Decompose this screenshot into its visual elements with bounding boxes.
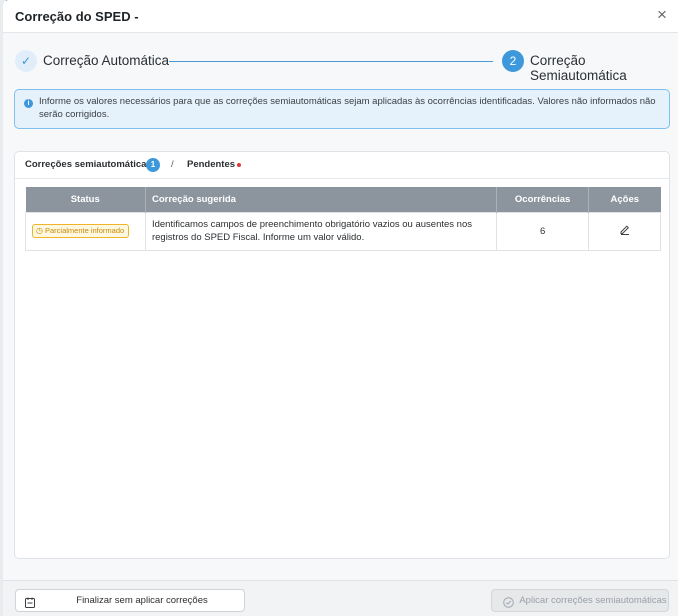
- stepper-connector: [169, 61, 493, 62]
- sped-correction-modal: Correção do SPED - × ✓ Correção Automáti…: [3, 0, 678, 616]
- edit-pencil-icon[interactable]: [619, 224, 631, 236]
- tab-pending[interactable]: Pendentes: [187, 159, 235, 170]
- suggestion-text: Identificamos campos de preenchimento ob…: [151, 219, 472, 243]
- pending-dot-indicator: [237, 163, 241, 167]
- status-badge: ◷ Parcialmente informado: [32, 224, 130, 238]
- step-automatic-label: Correção Automática: [43, 53, 170, 68]
- close-icon[interactable]: ×: [652, 5, 672, 25]
- info-icon: i: [24, 99, 33, 108]
- header-status: Status: [25, 187, 146, 212]
- actions-cell: [588, 211, 661, 251]
- step-number-badge: 2: [502, 50, 524, 72]
- clock-icon: ◷: [36, 226, 43, 235]
- document-icon: [25, 595, 35, 608]
- modal-footer: Finalizar sem aplicar correções semiauto…: [3, 580, 678, 616]
- count-badge: 1: [146, 158, 160, 172]
- header-actions: Ações: [588, 187, 661, 212]
- tab-separator: /: [171, 159, 174, 170]
- suggestion-cell: Identificamos campos de preenchimento ob…: [144, 211, 498, 251]
- finalize-without-applying-button[interactable]: Finalizar sem aplicar correções semiauto…: [15, 589, 245, 612]
- corrections-table: Status Correção sugerida Ocorrências Açõ…: [25, 187, 661, 251]
- tab-semiautomatic-corrections[interactable]: Correções semiautomáticas: [25, 159, 152, 170]
- info-text: Informe os valores necessários para que …: [39, 96, 656, 120]
- status-badge-label: Parcialmente informado: [44, 226, 125, 235]
- status-cell: ◷ Parcialmente informado: [25, 211, 146, 251]
- card-tabs: Correções semiautomáticas 1 / Pendentes: [15, 152, 669, 179]
- modal-header: Correção do SPED - ×: [3, 0, 678, 33]
- corrections-card: Correções semiautomáticas 1 / Pendentes …: [14, 151, 670, 559]
- check-icon: ✓: [15, 50, 37, 72]
- header-occurrences: Ocorrências: [496, 187, 590, 212]
- table-header-row: Status Correção sugerida Ocorrências Açõ…: [25, 187, 661, 212]
- check-circle-icon: [503, 595, 514, 608]
- apply-button-label: Aplicar correções semiautomáticas: [519, 595, 667, 606]
- step-semiautomatic-label: Correção Semiautomática: [530, 53, 627, 83]
- apply-corrections-button[interactable]: Aplicar correções semiautomáticas: [491, 589, 669, 612]
- occurrences-cell: 6: [496, 211, 590, 251]
- table-row: ◷ Parcialmente informado Identificamos ca…: [25, 211, 661, 251]
- finalize-button-label: Finalizar sem aplicar correções semiauto…: [76, 595, 208, 606]
- header-suggestion: Correção sugerida: [145, 187, 498, 212]
- info-alert: i Informe os valores necessários para qu…: [14, 89, 670, 129]
- modal-title: Correção do SPED -: [15, 9, 139, 24]
